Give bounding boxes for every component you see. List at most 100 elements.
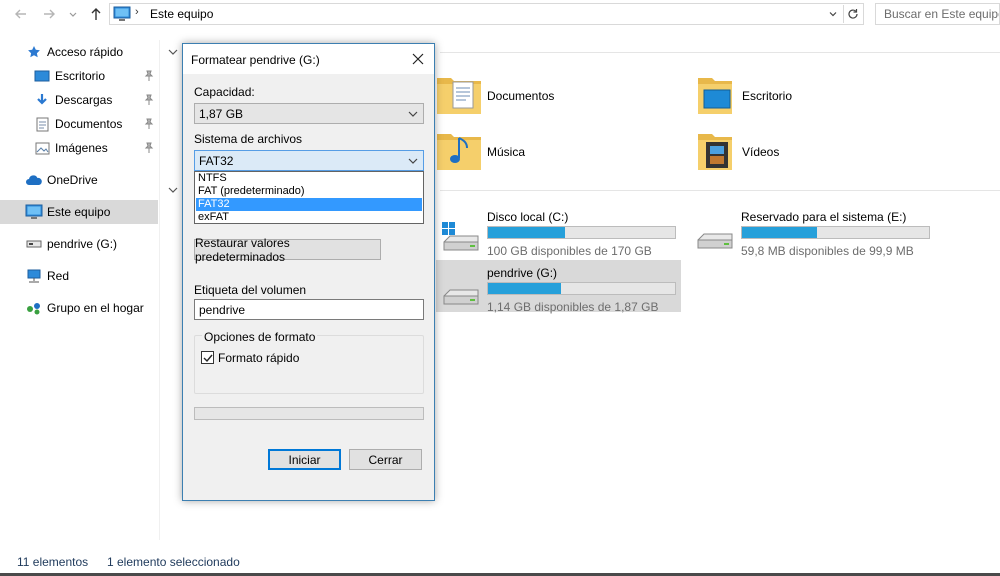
nav-pane-scrollbar[interactable] xyxy=(159,40,160,540)
pin-icon[interactable] xyxy=(143,94,155,106)
volume-label-caption: Etiqueta del volumen xyxy=(194,283,307,297)
pin-icon[interactable] xyxy=(143,118,155,130)
computer-icon xyxy=(25,203,43,221)
drive-g[interactable]: pendrive (G:) 1,14 GB disponibles de 1,8… xyxy=(436,260,681,314)
pin-icon[interactable] xyxy=(143,70,155,82)
nav-item-this-pc[interactable]: Este equipo xyxy=(0,200,158,224)
drive-name: pendrive (G:) xyxy=(487,266,558,280)
folder-desktop[interactable]: Escritorio xyxy=(690,72,930,122)
format-options-label: Opciones de formato xyxy=(202,330,318,344)
fs-option-exfat[interactable]: exFAT xyxy=(196,211,422,224)
nav-label: OneDrive xyxy=(47,173,98,187)
folder-label: Escritorio xyxy=(742,89,793,103)
drive-free-space: 59,8 MB disponibles de 99,9 MB xyxy=(741,244,914,258)
hard-drive-icon xyxy=(697,233,733,249)
windows-drive-icon xyxy=(442,222,479,251)
drive-usage-bar xyxy=(487,226,676,239)
nav-label: Este equipo xyxy=(47,205,111,219)
drive-e[interactable]: Reservado para el sistema (E:) 59,8 MB d… xyxy=(690,204,935,258)
usb-drive-icon xyxy=(443,289,479,305)
drive-name: Disco local (C:) xyxy=(487,210,569,224)
up-button[interactable] xyxy=(87,4,105,24)
drive-free-space: 100 GB disponibles de 170 GB xyxy=(487,244,652,258)
download-icon xyxy=(33,91,51,109)
pin-icon[interactable] xyxy=(143,142,155,154)
nav-item-downloads[interactable]: Descargas xyxy=(0,88,158,112)
arrow-up-icon xyxy=(91,8,101,20)
drive-usage-fill xyxy=(488,227,565,238)
desktop-folder-icon xyxy=(698,78,732,114)
nav-item-homegroup[interactable]: Grupo en el hogar xyxy=(0,296,158,320)
drive-c[interactable]: Disco local (C:) 100 GB disponibles de 1… xyxy=(436,204,681,258)
nav-item-network[interactable]: Red xyxy=(0,264,158,288)
address-field[interactable]: › Este equipo xyxy=(109,3,864,25)
search-box[interactable] xyxy=(875,3,1000,25)
dialog-close-button[interactable] xyxy=(404,46,432,72)
pictures-icon xyxy=(33,139,51,157)
drive-usage-bar xyxy=(741,226,930,239)
search-input[interactable] xyxy=(876,4,999,24)
nav-item-pictures[interactable]: Imágenes xyxy=(0,136,158,160)
folder-videos[interactable]: Vídeos xyxy=(690,128,930,178)
homegroup-icon xyxy=(25,299,43,317)
nav-label: Red xyxy=(47,269,70,283)
folder-label: Música xyxy=(487,145,526,159)
arrow-right-icon xyxy=(44,9,55,19)
drive-usage-fill xyxy=(488,283,561,294)
star-icon xyxy=(25,43,43,61)
forward-button[interactable] xyxy=(40,4,58,24)
nav-label: Documentos xyxy=(55,117,123,131)
folder-documents[interactable]: Documentos xyxy=(435,72,675,122)
breadcrumb-this-pc[interactable]: Este equipo xyxy=(150,7,213,21)
drive-free-space: 1,14 GB disponibles de 1,87 GB xyxy=(487,300,659,314)
nav-label: Acceso rápido xyxy=(47,45,124,59)
status-bar: 11 elementos 1 elemento seleccionado xyxy=(0,551,1000,573)
drive-usage-bar xyxy=(487,282,676,295)
nav-item-desktop[interactable]: Escritorio xyxy=(0,64,158,88)
nav-item-documents[interactable]: Documentos xyxy=(0,112,158,136)
back-button[interactable] xyxy=(12,4,30,24)
quick-format-label[interactable]: Formato rápido xyxy=(218,351,299,365)
capacity-select[interactable]: 1,87 GB xyxy=(194,103,424,124)
restore-defaults-button[interactable]: Restaurar valores predeterminados xyxy=(194,236,381,264)
volume-label-input[interactable] xyxy=(194,299,424,320)
usb-drive-icon xyxy=(25,235,43,253)
filesystem-dropdown-list: NTFS FAT (predeterminado) FAT32 exFAT xyxy=(194,171,424,224)
nav-label: Escritorio xyxy=(55,69,106,83)
fs-option-fat32[interactable]: FAT32 xyxy=(196,198,422,211)
nav-item-quick-access[interactable]: Acceso rápido xyxy=(0,40,158,64)
filesystem-select[interactable]: FAT32 xyxy=(194,150,424,171)
chevron-down-icon xyxy=(408,111,418,117)
close-icon xyxy=(412,53,424,65)
network-icon xyxy=(25,267,43,285)
computer-icon xyxy=(113,6,131,21)
nav-item-pendrive[interactable]: pendrive (G:) xyxy=(0,232,158,256)
capacity-value: 1,87 GB xyxy=(199,107,244,121)
breadcrumb-separator[interactable]: › xyxy=(135,6,139,18)
filesystem-label: Sistema de archivos xyxy=(194,132,303,146)
dialog-titlebar[interactable]: Formatear pendrive (G:) xyxy=(183,44,434,74)
drive-usage-fill xyxy=(742,227,817,238)
start-button[interactable]: Iniciar xyxy=(268,449,341,470)
checkmark-icon xyxy=(203,354,213,362)
address-history-button[interactable] xyxy=(825,5,841,23)
recent-locations-button[interactable] xyxy=(64,4,82,24)
refresh-button[interactable] xyxy=(843,5,861,23)
cancel-button[interactable]: Cerrar xyxy=(349,449,422,470)
group-divider xyxy=(440,52,1000,53)
fs-option-fat[interactable]: FAT (predeterminado) xyxy=(196,185,422,198)
filesystem-value: FAT32 xyxy=(199,154,234,168)
refresh-icon xyxy=(847,9,858,19)
group-collapse-chevron-icon[interactable] xyxy=(167,46,179,58)
group-collapse-chevron-icon[interactable] xyxy=(167,184,179,196)
chevron-down-icon xyxy=(829,12,837,17)
folder-label: Vídeos xyxy=(742,145,780,159)
quick-format-checkbox[interactable] xyxy=(201,351,214,364)
folder-music[interactable]: Música xyxy=(435,128,675,178)
format-dialog: Formatear pendrive (G:) Capacidad: 1,87 … xyxy=(182,43,435,501)
nav-item-onedrive[interactable]: OneDrive xyxy=(0,168,158,192)
cloud-icon xyxy=(25,171,43,189)
fs-option-ntfs[interactable]: NTFS xyxy=(196,172,422,185)
chevron-down-icon xyxy=(408,158,418,164)
chevron-down-icon xyxy=(69,12,77,17)
